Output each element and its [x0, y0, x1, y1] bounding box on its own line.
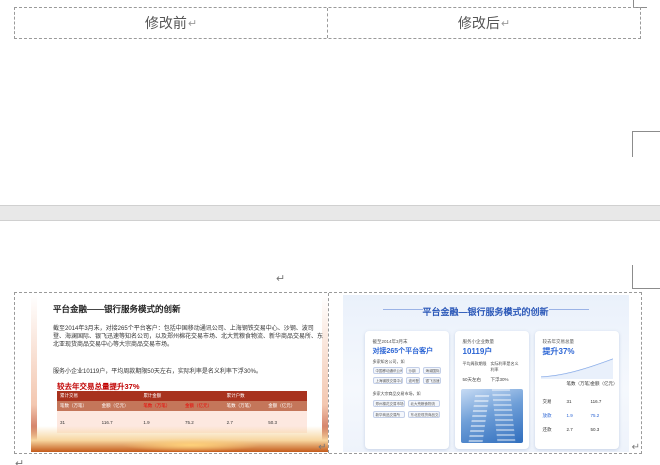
- card-caption: 服务小企业数量: [462, 339, 495, 344]
- table-group-header: 累计户数: [223, 391, 307, 401]
- client-tag: 波司登: [405, 377, 420, 384]
- table-group-header: 累计金额: [140, 391, 224, 401]
- comparison-header-table[interactable]: 修改前 ↵ 修改后 ↵: [14, 7, 641, 39]
- market-tag: 东北亚现货商品交易中心: [407, 411, 440, 418]
- grid-value: 1.9: [566, 413, 573, 418]
- before-slide-paragraph-2: 服务小企业10119户，平均周款期限50天左右，实际利率是名义利率下浮30%。: [53, 369, 262, 375]
- page-break-gap: [0, 205, 660, 221]
- building-image: [460, 389, 523, 443]
- grid-row-label: 放款: [542, 413, 552, 418]
- market-tag: 新华商品交易所: [372, 411, 405, 418]
- card-metric-value: 下浮30%: [490, 377, 509, 382]
- client-tag: 沙钢: [405, 367, 420, 374]
- header-cell-after[interactable]: 修改后 ↵: [327, 8, 640, 38]
- market-tag: 北大荒粮食物流: [407, 400, 440, 407]
- card-section-label: 多家知名公司，如: [372, 359, 405, 364]
- return-mark: ↵: [187, 16, 198, 30]
- info-card-clients: 截至2014年3月末 对接265个平台客户 多家知名公司，如 中国移动通讯公司 …: [364, 331, 449, 449]
- client-tag: 上海钢铁交易中心: [372, 377, 403, 384]
- client-tag: 中国移动通讯公司: [372, 367, 403, 374]
- after-slide-title: 平台金融—银行服务模式的创新: [422, 307, 549, 317]
- cell-end-mark: ↵: [318, 442, 327, 453]
- grid-row-label: 交易: [542, 399, 552, 404]
- info-card-transactions: 较去年交易总量 提升37% 笔数（万笔） 金额（亿元） 交易 31 116.7: [534, 331, 619, 449]
- client-tag: 海澜国际: [422, 367, 441, 374]
- table-header-cell: 金额（亿元）: [265, 401, 307, 411]
- cell-end-mark: ↵: [631, 442, 640, 453]
- card-section-label: 多家大宗商品交易市场，如: [372, 391, 421, 396]
- table-header-cell: 金额（亿元）: [98, 401, 141, 411]
- table-header-cell: 笔数（万笔）: [223, 401, 266, 411]
- header-before-label: 修改前: [144, 16, 187, 32]
- after-image-cell[interactable]: 平台金融—银行服务模式的创新 截至2014年3月末 对接265个平台客户 多家知…: [327, 293, 642, 453]
- paragraph-mark: ↵: [276, 273, 286, 285]
- slide-footer-decoration: [31, 426, 328, 452]
- grid-row-label: 还款: [542, 427, 552, 432]
- grid-value: 116.7: [590, 399, 602, 404]
- grid-column-header: 笔数（万笔）: [566, 381, 594, 386]
- header-cell-before[interactable]: 修改前 ↵: [15, 8, 327, 38]
- grid-column-header: 金额（亿元）: [590, 381, 618, 386]
- document-canvas: 修改前 ↵ 修改后 ↵ ↵ 平台金融——银行服务模式的创新 截至2014年3月末，对…: [0, 0, 660, 465]
- grid-value: 2.7: [566, 427, 573, 432]
- card-metric-label: 平均周款期限: [462, 361, 487, 366]
- document-end-mark: ↵: [15, 458, 25, 465]
- page-margin-marker: [632, 265, 660, 289]
- grid-value: 31: [566, 399, 572, 404]
- table-header-cell: 笔数（万笔）: [57, 401, 99, 411]
- transaction-grid: 笔数（万笔） 金额（亿元） 交易 31 116.7 放款 1.9 75.2 还款…: [542, 381, 618, 441]
- before-slide-image[interactable]: 平台金融——银行服务模式的创新 截至2014年3月末，对接265个平台客户：包括…: [31, 295, 328, 452]
- before-image-cell[interactable]: 平台金融——银行服务模式的创新 截至2014年3月末，对接265个平台客户：包括…: [15, 293, 328, 453]
- card-headline: 10119户: [462, 347, 493, 356]
- client-tag: 银飞迅速: [422, 377, 441, 384]
- document-page-2: ↵ 平台金融——银行服务模式的创新 截至2014年3月末，对接265个平台客户：…: [0, 221, 660, 465]
- comparison-image-table[interactable]: 平台金融——银行服务模式的创新 截至2014年3月末，对接265个平台客户：包括…: [14, 292, 642, 454]
- before-slide-title: 平台金融——银行服务模式的创新: [53, 304, 181, 314]
- page-margin-marker: [632, 131, 660, 157]
- card-headline: 提升37%: [542, 347, 575, 356]
- return-mark: ↵: [500, 16, 511, 30]
- after-slide-image[interactable]: 平台金融—银行服务模式的创新 截至2014年3月末 对接265个平台客户 多家知…: [342, 295, 629, 452]
- trend-curve-graphic: [540, 358, 613, 379]
- grid-value: 75.2: [590, 413, 600, 418]
- table-group-header: 累计交易: [57, 391, 141, 401]
- document-page-1: 修改前 ↵ 修改后 ↵: [0, 0, 660, 205]
- card-metric-label: 实际利率是名义利率: [490, 361, 519, 372]
- header-after-label: 修改后: [457, 16, 500, 32]
- info-card-enterprises: 服务小企业数量 10119户 平均周款期限 实际利率是名义利率 50天左右 下浮…: [454, 331, 529, 449]
- market-tag: 郑州棉花交易市场: [372, 400, 405, 407]
- table-header-cell: 金额（亿元）: [181, 401, 224, 411]
- before-slide-paragraph-1: 截至2014年3月末，对接265个平台客户：包括中国移动通讯公司、上海钢铁交易中…: [53, 326, 324, 348]
- card-caption: 截至2014年3月末: [372, 339, 408, 344]
- card-metric-value: 50天左右: [462, 377, 482, 382]
- table-header-cell: 笔数（万笔）: [140, 401, 182, 411]
- card-caption: 较去年交易总量: [542, 339, 575, 344]
- card-headline: 对接265个平台客户: [372, 348, 434, 355]
- grid-value: 50.3: [590, 427, 600, 432]
